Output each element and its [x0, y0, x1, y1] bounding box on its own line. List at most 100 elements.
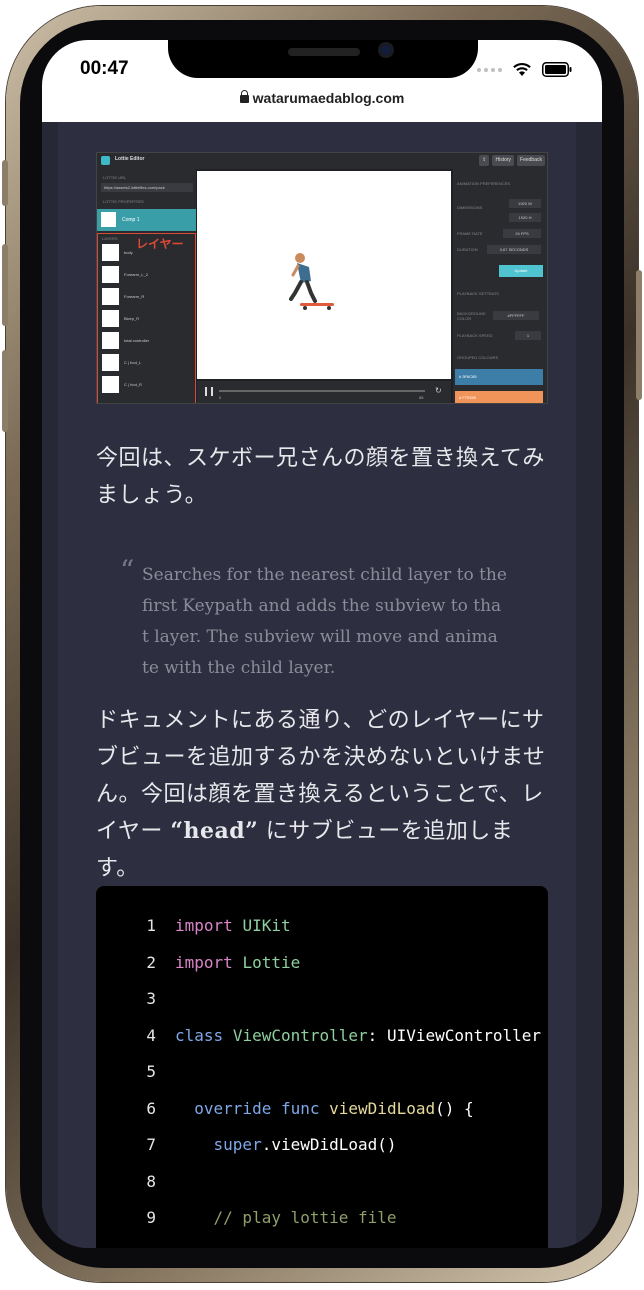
code-line: 6 override func viewDidLoad() {: [96, 1099, 548, 1123]
line-number: 2: [146, 952, 156, 972]
line-number: 3: [146, 989, 156, 1008]
frame-rate-field: 24 FPS: [503, 229, 541, 238]
line-number: 4: [146, 1025, 156, 1045]
line-number: 1: [146, 916, 156, 935]
lock-icon: [239, 90, 249, 103]
skateboarder-illustration: [289, 253, 334, 310]
code-line: 1 import UIKit: [96, 916, 548, 940]
volume-down-button: [2, 350, 8, 432]
layer-row: C | foot_L: [102, 354, 192, 372]
layer-row: C | foot_R: [102, 376, 192, 394]
loop-icon: ↻: [435, 386, 442, 395]
code-line: 4 class ViewController: UIViewController …: [96, 1026, 548, 1050]
duration-label: DURATION: [457, 247, 478, 252]
playback-speed-field: 1: [515, 331, 541, 340]
mute-switch: [2, 160, 8, 206]
history-button: History: [492, 155, 515, 166]
wifi-icon: [513, 62, 531, 76]
blockquote: Searches for the nearest child layer to …: [142, 560, 522, 684]
volume-up-button: [2, 244, 8, 326]
update-button: Update: [499, 265, 543, 277]
comp-item: Comp 1: [97, 209, 196, 231]
code-line: 7 super.viewDidLoad(): [96, 1135, 548, 1159]
notch: [168, 40, 478, 78]
layer-row: Forearm_L_2: [102, 266, 192, 284]
paragraph-explanation: ドキュメントにある通り、どのレイヤーにサブビューを追加するかを決めないといけませ…: [96, 702, 552, 887]
battery-icon: [542, 62, 572, 77]
quote-mark-icon: “: [120, 554, 135, 587]
lottie-logo-icon: [101, 156, 110, 165]
comp-name: Comp 1: [122, 217, 140, 223]
code-line: 3: [96, 989, 548, 1013]
code-line: 8: [96, 1172, 548, 1196]
upload-icon: ⇪: [479, 155, 490, 166]
height-field: 1920 H: [509, 213, 541, 222]
line-number: 5: [146, 1062, 156, 1081]
timeline-end: 88: [419, 395, 424, 400]
status-time: 00:47: [80, 58, 129, 79]
editor-left-panel: LOTTIE URL https://assets2.lottiefiles.c…: [97, 169, 196, 403]
line-number: 7: [146, 1135, 156, 1154]
code-text: override func viewDidLoad() {: [194, 1098, 474, 1118]
url-label: LOTTIE URL: [103, 175, 127, 180]
pause-icon: [205, 387, 213, 396]
url-field: https://assets2.lottiefiles.com/pack: [101, 183, 193, 192]
phone-screen: 00:47 watarumaedablog.com Lottie Editor …: [42, 40, 602, 1248]
color-swatch-blue: # 3F6C85: [455, 369, 543, 385]
blockquote-line: te with the child layer.: [142, 658, 336, 678]
playback-label: PLAYBACK SETTINGS: [457, 291, 499, 296]
playback-speed-label: PLAYBACK SPEED: [457, 333, 493, 338]
blockquote-line: Searches for the nearest child layer to …: [142, 565, 507, 585]
code-block: 1 import UIKit 2 import Lottie 3 4 class ViewC…: [96, 886, 548, 1248]
code-line: 2 import Lottie: [96, 953, 548, 977]
status-icons: [477, 62, 572, 77]
layer-row: Forearm_R: [102, 288, 192, 306]
lottie-editor-screenshot: Lottie Editor ⇪ History Feedback LOTTIE …: [96, 152, 548, 404]
animation-canvas: [197, 171, 451, 379]
layer-row: total controller: [102, 332, 192, 350]
layer-name-highlight: “head”: [170, 818, 259, 844]
line-number: 9: [146, 1208, 156, 1227]
width-field: 1920 W: [509, 199, 541, 208]
timeline-track: [219, 390, 425, 392]
line-number: 8: [146, 1171, 156, 1191]
code-text: class ViewController: UIViewController {: [175, 1025, 548, 1045]
timeline-start: 0: [219, 395, 222, 400]
bg-color-field: #FFFFFF: [493, 311, 539, 320]
code-line: 9 // play lottie file: [96, 1208, 548, 1232]
feedback-button: Feedback: [517, 155, 545, 166]
paragraph-intro: 今回は、スケボー兄さんの顔を置き換えてみましょう。: [96, 446, 545, 508]
line-number: 6: [146, 1098, 156, 1118]
colors-label: GROUPED COLOURS: [457, 355, 499, 360]
player-controls: 0 88 ↻: [197, 381, 451, 403]
layers-label: LAYERS: [102, 236, 118, 241]
editor-toolbar: Lottie Editor ⇪ History Feedback: [97, 153, 547, 169]
speaker-grille: [288, 48, 360, 56]
layer-row: Bicep_R: [102, 310, 192, 328]
dimensions-label: DIMENSIONS: [457, 205, 483, 210]
code-text: import UIKit: [175, 916, 291, 935]
url-text: watarumaedablog.com: [252, 90, 405, 106]
blockquote-line: t layer. The subview will move and anima: [142, 627, 498, 647]
comp-thumbnail: [101, 212, 116, 227]
address-bar[interactable]: watarumaedablog.com: [42, 90, 602, 106]
camera-icon: [378, 42, 394, 58]
layers-panel: LAYERS レイヤー body Forearm_L_2 Forearm_R B…: [97, 233, 196, 403]
power-button: [636, 270, 642, 400]
status-bar: 00:47 watarumaedablog.com: [42, 40, 602, 122]
duration-field: 3.67 SECONDS: [487, 245, 541, 254]
code-line: 5: [96, 1062, 548, 1086]
animation-label: ANIMATION PREFERENCES: [457, 181, 511, 186]
blockquote-line: first Keypath and adds the subview to th…: [142, 596, 502, 616]
color-swatch-orange: # F7935E: [455, 391, 543, 403]
bg-color-label: BACKGROUND COLOR: [457, 311, 486, 321]
signal-icon: [477, 67, 502, 72]
layer-row: body: [102, 244, 192, 262]
properties-label: LOTTIE PROPERTIES: [103, 199, 144, 204]
editor-right-panel: ANIMATION PREFERENCES DIMENSIONS 1920 W …: [453, 169, 547, 403]
code-text: // play lottie file: [213, 1208, 397, 1227]
editor-title: Lottie Editor: [115, 156, 145, 162]
frame-rate-label: FRAME RATE: [457, 231, 483, 236]
code-text: import Lottie: [175, 952, 301, 972]
code-text: super.viewDidLoad(): [213, 1135, 397, 1154]
